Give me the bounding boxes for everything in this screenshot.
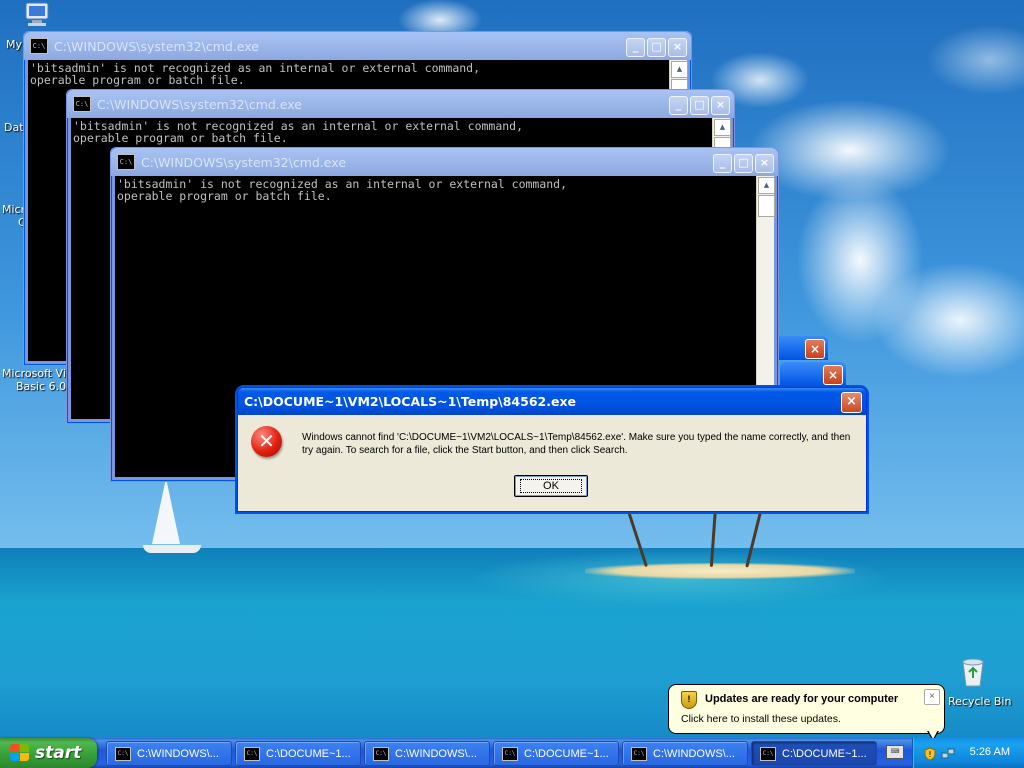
console-line: operable program or batch file. — [30, 73, 245, 87]
scroll-up-icon[interactable]: ▲ — [758, 177, 775, 194]
window-title: C:\WINDOWS\system32\cmd.exe — [141, 154, 346, 170]
start-button[interactable]: start — [0, 738, 97, 768]
scroll-up-icon[interactable]: ▲ — [714, 119, 731, 136]
close-button[interactable]: × — [711, 96, 730, 115]
desktop-icon-label[interactable]: Basic 6.0 — [16, 380, 66, 393]
sea — [0, 548, 1024, 768]
desktop-icon-label[interactable]: Dat — [4, 121, 24, 134]
taskbar-button[interactable]: C:\ C:\DOCUME~1... — [751, 741, 877, 766]
task-list: C:\ C:\WINDOWS\... C:\ C:\DOCUME~1... C:\ C… — [106, 741, 877, 766]
minimize-button[interactable]: _ — [626, 38, 645, 57]
recycle-bin-icon[interactable] — [958, 656, 988, 688]
taskbar-button-label: C:\DOCUME~1... — [524, 747, 609, 760]
scroll-up-icon[interactable]: ▲ — [671, 61, 688, 78]
taskbar-button[interactable]: C:\ C:\DOCUME~1... — [493, 741, 619, 766]
cmd-icon: C:\ — [30, 38, 48, 54]
taskbar-button[interactable]: C:\ C:\WINDOWS\... — [622, 741, 748, 766]
window-titlebar[interactable]: C:\ C:\WINDOWS\system32\cmd.exe _ □ × — [67, 90, 734, 118]
error-dialog[interactable]: C:\DOCUME~1\VM2\LOCALS~1\Temp\84562.exe … — [237, 387, 867, 512]
shield-icon: ! — [681, 691, 697, 709]
close-button[interactable]: × — [841, 392, 862, 413]
taskbar-button-label: C:\WINDOWS\... — [137, 747, 219, 760]
update-balloon[interactable]: ! Updates are ready for your computer Cl… — [668, 684, 945, 741]
cmd-icon: C:\ — [117, 154, 135, 170]
windows-flag-icon — [10, 744, 30, 762]
console-line: operable program or batch file. — [117, 189, 332, 203]
console-line: operable program or batch file. — [73, 131, 288, 145]
minimize-button[interactable]: _ — [713, 154, 732, 173]
taskbar-button-label: C:\WINDOWS\... — [653, 747, 735, 760]
close-button[interactable]: × — [668, 38, 687, 57]
close-icon[interactable]: × — [823, 365, 843, 385]
ok-label: OK — [520, 479, 582, 493]
taskbar: start C:\ C:\WINDOWS\... C:\ C:\DOCUME~1..… — [0, 738, 1024, 768]
maximize-button[interactable]: □ — [690, 96, 709, 115]
window-titlebar[interactable]: C:\ C:\WINDOWS\system32\cmd.exe _ □ × — [24, 32, 691, 60]
cmd-icon: C:\ — [73, 96, 91, 112]
cmd-icon: C:\ — [373, 746, 389, 761]
sailboat-sail — [152, 478, 180, 544]
shield-icon[interactable]: ! — [923, 746, 937, 761]
background-window[interactable]: × — [780, 362, 846, 386]
taskbar-button[interactable]: C:\ C:\DOCUME~1... — [235, 741, 361, 766]
window-title: C:\WINDOWS\system32\cmd.exe — [97, 96, 302, 112]
window-title: C:\WINDOWS\system32\cmd.exe — [54, 38, 259, 54]
dialog-title: C:\DOCUME~1\VM2\LOCALS~1\Temp\84562.exe — [244, 394, 576, 409]
desktop-icon-label[interactable]: My — [6, 38, 22, 51]
keyboard-icon[interactable]: ⌨ — [886, 745, 904, 759]
dialog-titlebar[interactable]: C:\DOCUME~1\VM2\LOCALS~1\Temp\84562.exe … — [238, 388, 866, 415]
clock[interactable]: 5:26 AM — [970, 746, 1010, 758]
taskbar-button[interactable]: C:\ C:\WINDOWS\... — [364, 741, 490, 766]
taskbar-button-label: C:\DOCUME~1... — [782, 747, 867, 760]
svg-text:!: ! — [928, 750, 931, 759]
minimize-button[interactable]: _ — [669, 96, 688, 115]
cmd-icon: C:\ — [115, 746, 131, 761]
balloon-text[interactable]: Click here to install these updates. — [681, 713, 841, 725]
sailboat-hull — [143, 545, 201, 553]
my-computer-icon[interactable] — [22, 2, 52, 28]
taskbar-button-label: C:\DOCUME~1... — [266, 747, 351, 760]
system-tray: ! 5:26 AM — [912, 738, 1024, 768]
taskbar-button-label: C:\WINDOWS\... — [395, 747, 477, 760]
maximize-button[interactable]: □ — [734, 154, 753, 173]
close-icon[interactable]: × — [805, 339, 825, 359]
cmd-icon: C:\ — [244, 746, 260, 761]
taskbar-button[interactable]: C:\ C:\WINDOWS\... — [106, 741, 232, 766]
close-button[interactable]: × — [755, 154, 774, 173]
desktop-icon-label[interactable]: Recycle Bin — [948, 695, 1011, 708]
cmd-icon: C:\ — [631, 746, 647, 761]
scroll-thumb[interactable] — [758, 195, 775, 217]
cmd-icon: C:\ — [760, 746, 776, 761]
error-icon: ✕ — [251, 426, 282, 457]
ok-button[interactable]: OK — [514, 475, 588, 497]
island — [585, 563, 855, 579]
network-icon[interactable] — [941, 746, 955, 760]
maximize-button[interactable]: □ — [647, 38, 666, 57]
window-titlebar[interactable]: C:\ C:\WINDOWS\system32\cmd.exe _ □ × — [111, 148, 778, 176]
error-message: Windows cannot find 'C:\DOCUME~1\VM2\LOC… — [302, 432, 851, 456]
cmd-icon: C:\ — [502, 746, 518, 761]
start-label: start — [35, 743, 82, 763]
balloon-title: Updates are ready for your computer — [705, 693, 899, 705]
close-icon[interactable]: × — [924, 689, 940, 705]
